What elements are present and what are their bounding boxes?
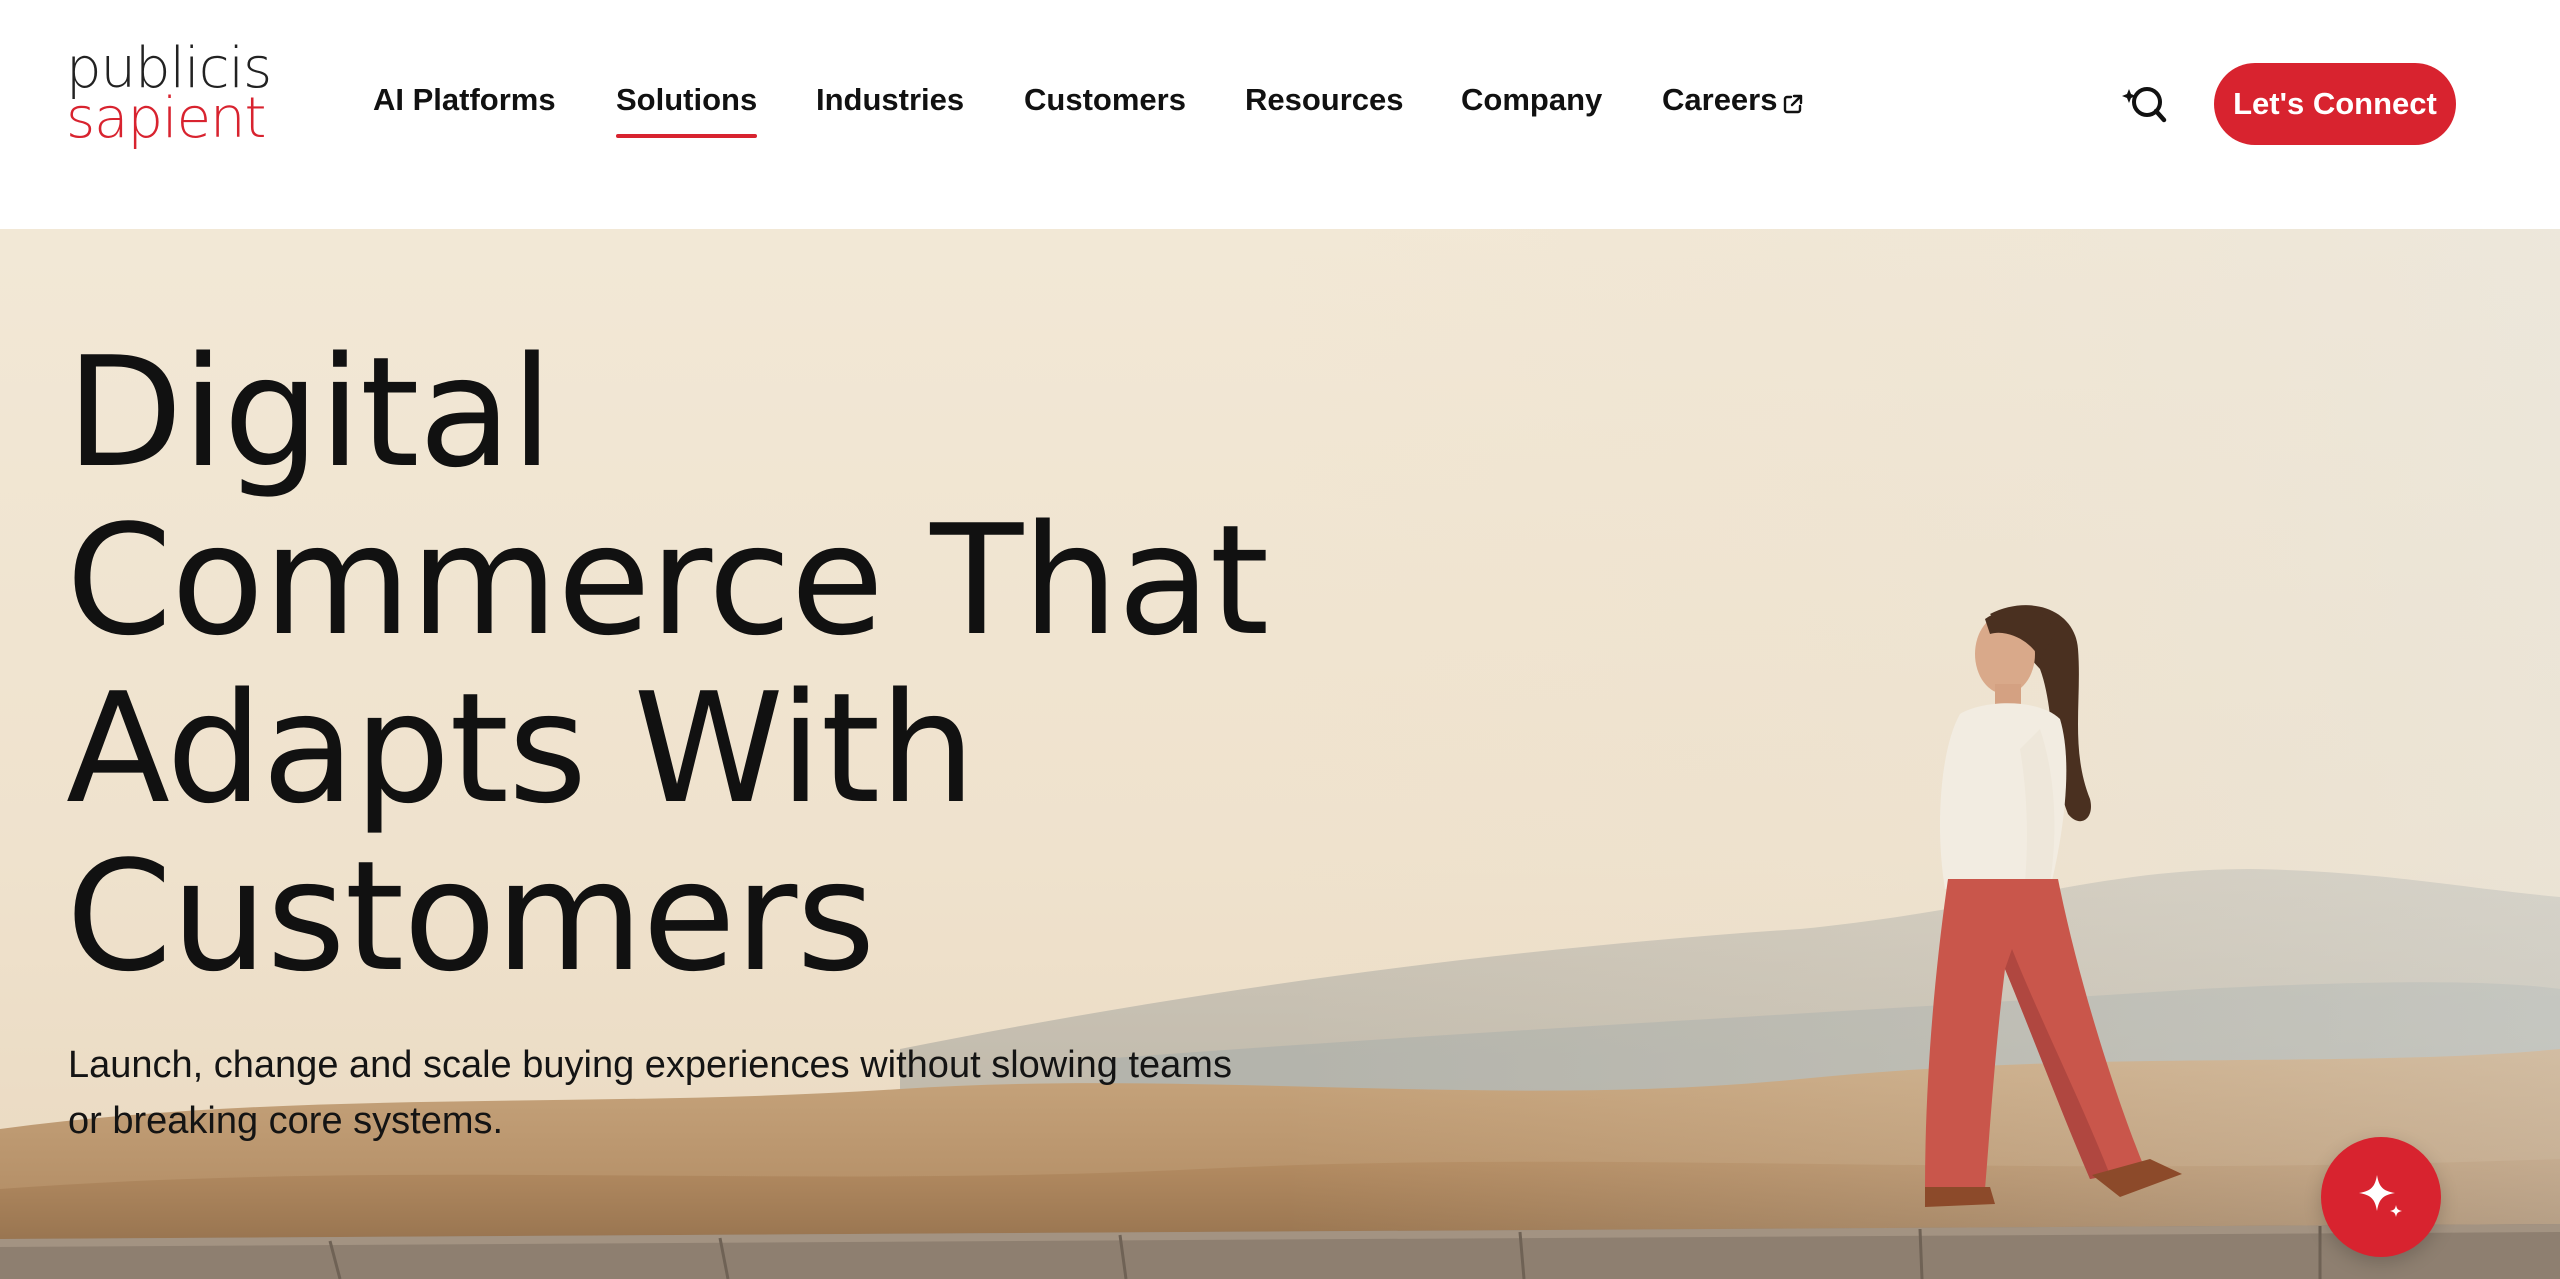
ai-search-icon[interactable] <box>2122 80 2170 128</box>
ai-assistant-button[interactable] <box>2321 1137 2441 1257</box>
hero-title: Digital Commerce That Adapts With Custom… <box>66 324 1269 1005</box>
hero-subtitle: Launch, change and scale buying experien… <box>68 1037 1298 1149</box>
nav-item-resources[interactable]: Resources <box>1245 82 1404 130</box>
external-link-icon <box>1783 94 1803 114</box>
hero-title-line-3: Adapts With <box>66 660 976 837</box>
hero-title-line-1: Digital <box>66 324 553 501</box>
hero-subtitle-line-2: or breaking core systems. <box>68 1100 504 1142</box>
hero-title-line-2: Commerce That <box>66 492 1269 669</box>
hero-section: Digital Commerce That Adapts With Custom… <box>0 229 2560 1279</box>
nav-item-customers[interactable]: Customers <box>1024 82 1186 130</box>
nav-item-ai-platforms[interactable]: AI Platforms <box>373 82 556 130</box>
nav-item-company[interactable]: Company <box>1461 82 1602 130</box>
hero-subtitle-line-1: Launch, change and scale buying experien… <box>68 1044 1232 1086</box>
nav-item-industries[interactable]: Industries <box>816 82 964 130</box>
logo-text-sapient: sapient <box>66 86 267 151</box>
nav-item-solutions[interactable]: Solutions <box>616 82 758 138</box>
lets-connect-button[interactable]: Let's Connect <box>2214 63 2456 145</box>
hero-title-line-4: Customers <box>66 828 876 1005</box>
publicis-sapient-logo[interactable]: publicis sapient <box>66 41 272 164</box>
nav-item-careers[interactable]: Careers <box>1662 82 1777 130</box>
site-header: publicis sapient AI Platforms Solutions … <box>0 0 2560 229</box>
sparkle-icon <box>2359 1175 2402 1217</box>
